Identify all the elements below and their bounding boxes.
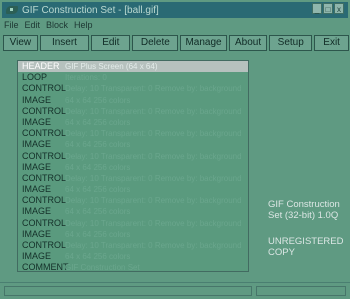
app-icon	[6, 5, 18, 15]
list-item[interactable]: CONTROL Delay: 10 Transparent: 0 Remove b…	[18, 83, 248, 94]
block-type: CONTROL	[22, 83, 67, 94]
window-title: GIF Construction Set - [ball.gif]	[22, 4, 159, 16]
block-description: GIF Construction Set	[65, 263, 140, 272]
block-description: 64 x 64 256 colors	[65, 252, 131, 262]
block-type: CONTROL	[22, 172, 67, 183]
block-description: 64 x 64 256 colors	[65, 185, 131, 195]
exit-button[interactable]: Exit	[314, 35, 350, 51]
menu-block[interactable]: Block	[46, 20, 68, 32]
block-description: Delay: 10 Transparent: 0 Remove by: back…	[65, 241, 242, 250]
list-item[interactable]: CONTROL Delay: 10 Transparent: 0 Remove b…	[18, 218, 248, 229]
list-item[interactable]: HEADER GIF Plus Screen (64 x 64)	[18, 61, 248, 73]
block-type: CONTROL	[22, 105, 67, 116]
product-version: Set (32-bit) 1.0Q	[268, 210, 339, 221]
block-description: Delay: 10 Transparent: 0 Remove by: back…	[65, 84, 242, 94]
block-type: IMAGE	[22, 206, 52, 217]
block-description: Delay: 10 Transparent: 0 Remove by: back…	[65, 106, 242, 116]
app-window: GIF Construction Set - [ball.gif] _ □ x …	[0, 0, 350, 299]
status-panel-main	[4, 286, 252, 296]
list-item[interactable]: IMAGE 64 x 64 256 colors	[18, 206, 248, 217]
block-type: COMMENT	[22, 262, 69, 272]
manage-button[interactable]: Manage	[180, 35, 227, 51]
list-item[interactable]: CONTROL Delay: 10 Transparent: 0 Remove b…	[18, 128, 248, 139]
registration-line1: UNREGISTERED	[268, 236, 344, 247]
block-type: IMAGE	[22, 94, 52, 105]
view-button[interactable]: View	[3, 35, 38, 51]
status-panel-side	[256, 286, 346, 296]
edit-button[interactable]: Edit	[91, 35, 131, 51]
list-item[interactable]: LOOP Iterations: 0	[18, 72, 248, 83]
registration-status: UNREGISTERED COPY	[268, 236, 348, 258]
block-type: CONTROL	[22, 150, 67, 161]
minimize-icon[interactable]: _	[312, 3, 322, 14]
list-item[interactable]: IMAGE 64 x 64 256 colors	[18, 139, 248, 150]
block-type: IMAGE	[22, 228, 52, 239]
block-type: IMAGE	[22, 161, 52, 172]
block-type: IMAGE	[22, 251, 52, 262]
maximize-icon[interactable]: □	[323, 3, 333, 14]
list-item[interactable]: CONTROL Delay: 10 Transparent: 0 Remove b…	[18, 151, 248, 162]
block-type: CONTROL	[22, 217, 67, 228]
block-description: 64 x 64 256 colors	[65, 229, 131, 239]
list-item[interactable]: IMAGE 64 x 64 256 colors	[18, 162, 248, 173]
menu-file[interactable]: File	[4, 20, 19, 32]
block-description: 64 x 64 256 colors	[65, 207, 131, 217]
title-bar[interactable]: GIF Construction Set - [ball.gif] _ □ x	[2, 2, 348, 18]
block-description: GIF Plus Screen (64 x 64)	[65, 62, 158, 71]
delete-button[interactable]: Delete	[132, 35, 179, 51]
toolbar: View Insert Edit Delete Manage About Set…	[3, 35, 350, 52]
block-type: HEADER	[22, 61, 60, 71]
block-description: 64 x 64 256 colors	[65, 95, 131, 105]
window-controls: _ □ x	[312, 3, 344, 14]
block-type: CONTROL	[22, 240, 67, 250]
block-description: Delay: 10 Transparent: 0 Remove by: back…	[65, 129, 242, 139]
menu-edit[interactable]: Edit	[25, 20, 41, 32]
list-item[interactable]: IMAGE 64 x 64 256 colors	[18, 251, 248, 262]
menu-bar: File Edit Block Help	[4, 20, 93, 32]
close-icon[interactable]: x	[334, 3, 344, 14]
setup-button[interactable]: Setup	[269, 35, 313, 51]
block-description: Delay: 10 Transparent: 0 Remove by: back…	[65, 218, 242, 228]
block-type: IMAGE	[22, 139, 52, 150]
block-description: 64 x 64 256 colors	[65, 140, 131, 150]
list-item[interactable]: CONTROL Delay: 10 Transparent: 0 Remove b…	[18, 240, 248, 251]
block-description: 64 x 64 256 colors	[65, 162, 131, 172]
list-item[interactable]: CONTROL Delay: 10 Transparent: 0 Remove b…	[18, 173, 248, 184]
block-description: 64 x 64 256 colors	[65, 117, 131, 127]
list-item[interactable]: IMAGE 64 x 64 256 colors	[18, 184, 248, 195]
block-description: Delay: 10 Transparent: 0 Remove by: back…	[65, 151, 242, 161]
block-description: Delay: 10 Transparent: 0 Remove by: back…	[65, 196, 242, 206]
block-list[interactable]: HEADER GIF Plus Screen (64 x 64) LOOP Iter…	[17, 60, 249, 272]
block-type: CONTROL	[22, 195, 67, 206]
list-item[interactable]: IMAGE 64 x 64 256 colors	[18, 117, 248, 128]
block-description: Delay: 10 Transparent: 0 Remove by: back…	[65, 173, 242, 183]
list-item[interactable]: CONTROL Delay: 10 Transparent: 0 Remove b…	[18, 195, 248, 206]
product-info: GIF Construction Set (32-bit) 1.0Q	[268, 199, 348, 221]
about-button[interactable]: About	[228, 35, 268, 51]
list-item[interactable]: CONTROL Delay: 10 Transparent: 0 Remove b…	[18, 106, 248, 117]
status-bar	[0, 282, 350, 299]
block-type: LOOP	[22, 72, 48, 83]
block-type: IMAGE	[22, 184, 52, 195]
product-name: GIF Construction	[268, 199, 340, 210]
registration-line2: COPY	[268, 247, 295, 258]
list-item[interactable]: IMAGE 64 x 64 256 colors	[18, 229, 248, 240]
block-type: CONTROL	[22, 128, 67, 139]
block-type: IMAGE	[22, 116, 52, 127]
insert-button[interactable]: Insert	[39, 35, 90, 51]
list-item[interactable]: COMMENT GIF Construction Set	[18, 262, 248, 272]
block-description: Iterations: 0	[65, 73, 107, 83]
list-item[interactable]: IMAGE 64 x 64 256 colors	[18, 95, 248, 106]
menu-help[interactable]: Help	[74, 20, 93, 32]
